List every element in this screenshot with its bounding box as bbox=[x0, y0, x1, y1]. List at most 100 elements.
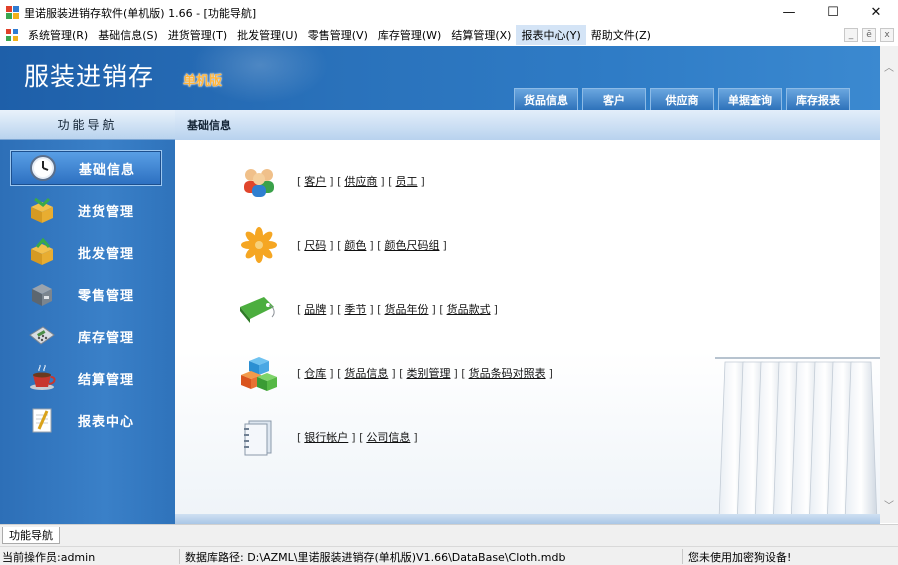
menu-reports[interactable]: 报表中心(Y) bbox=[516, 25, 586, 45]
header-banner: 服装进销存 单机版 货品信息 客户 供应商 单据查询 库存报表 bbox=[0, 46, 880, 110]
clothes-rack-illustration bbox=[715, 357, 880, 524]
row-brand-season: [品牌] [季节] [货品年份] [货品款式] bbox=[237, 285, 498, 333]
nav-item-inventory[interactable]: 库存管理 bbox=[10, 318, 162, 354]
scroll-up-icon[interactable]: ︿ bbox=[880, 58, 898, 74]
nav-item-basic-info[interactable]: 基础信息 bbox=[10, 150, 162, 186]
link-product-years[interactable]: 货品年份 bbox=[381, 303, 431, 316]
content-panel: 基础信息 [客户] [供应商] [员工] [尺码] [颜色] [颜色尺码组] [… bbox=[175, 110, 880, 524]
brand-title: 服装进销存 bbox=[24, 62, 155, 91]
mdi-controls: _ ē x bbox=[844, 28, 894, 42]
cubes-icon bbox=[237, 351, 281, 395]
menu-basic-info[interactable]: 基础信息(S) bbox=[93, 25, 163, 45]
nav-item-settlement[interactable]: 结算管理 bbox=[10, 360, 162, 396]
link-bank-accounts[interactable]: 银行帐户 bbox=[301, 431, 351, 444]
menu-bar: 系统管理(R) 基础信息(S) 进货管理(T) 批发管理(U) 零售管理(V) … bbox=[0, 25, 898, 45]
calculator-icon bbox=[26, 320, 58, 352]
link-company-info[interactable]: 公司信息 bbox=[363, 431, 413, 444]
link-group: [仓库] [货品信息] [类别管理] [货品条码对照表] bbox=[297, 367, 553, 380]
tab-function-nav[interactable]: 功能导航 bbox=[2, 527, 60, 544]
menu-settlement[interactable]: 结算管理(X) bbox=[446, 25, 516, 45]
link-warehouses[interactable]: 仓库 bbox=[301, 367, 329, 380]
nav-item-reports[interactable]: 报表中心 bbox=[10, 402, 162, 438]
link-barcode-table[interactable]: 货品条码对照表 bbox=[466, 367, 549, 380]
nav-label: 进货管理 bbox=[78, 204, 135, 220]
vertical-scrollbar[interactable]: ︿ ﹀ bbox=[880, 46, 898, 523]
clock-icon bbox=[27, 152, 59, 184]
minimize-icon: — bbox=[782, 5, 796, 20]
link-seasons[interactable]: 季节 bbox=[341, 303, 369, 316]
status-operator: 当前操作员:admin bbox=[0, 549, 180, 564]
mdi-close-button[interactable]: x bbox=[880, 28, 894, 42]
maximize-icon: ☐ bbox=[827, 5, 839, 20]
mdi-minimize-button[interactable]: _ bbox=[844, 28, 858, 42]
link-customers[interactable]: 客户 bbox=[301, 175, 329, 188]
link-group: [客户] [供应商] [员工] bbox=[297, 175, 425, 188]
app-window: 里诺服装进销存软件(单机版) 1.66 - [功能导航] — ☐ ✕ 系统管理(… bbox=[0, 0, 898, 565]
users-icon bbox=[237, 159, 281, 203]
quick-tabs: 货品信息 客户 供应商 单据查询 库存报表 bbox=[514, 88, 850, 110]
link-color-size-groups[interactable]: 颜色尺码组 bbox=[381, 239, 442, 252]
link-sizes[interactable]: 尺码 bbox=[301, 239, 329, 252]
nav-label: 零售管理 bbox=[78, 288, 135, 304]
window-title: 里诺服装进销存软件(单机版) 1.66 - [功能导航] bbox=[24, 7, 257, 20]
nav-header: 功能导航 bbox=[0, 110, 175, 140]
link-category-mgmt[interactable]: 类别管理 bbox=[403, 367, 453, 380]
tab-document-query[interactable]: 单据查询 bbox=[718, 88, 782, 110]
row-contacts: [客户] [供应商] [员工] bbox=[237, 157, 425, 205]
cash-drawer-icon bbox=[26, 278, 58, 310]
close-button[interactable]: ✕ bbox=[854, 0, 898, 25]
document-tab-strip: 功能导航 bbox=[0, 524, 898, 546]
link-group: [品牌] [季节] [货品年份] [货品款式] bbox=[297, 303, 498, 316]
nav-label: 报表中心 bbox=[78, 414, 135, 430]
content-header: 基础信息 bbox=[175, 110, 880, 140]
menu-inventory[interactable]: 库存管理(W) bbox=[373, 25, 446, 45]
nav-item-wholesale[interactable]: 批发管理 bbox=[10, 234, 162, 270]
link-employees[interactable]: 员工 bbox=[392, 175, 420, 188]
app-icon bbox=[6, 6, 19, 19]
tab-products[interactable]: 货品信息 bbox=[514, 88, 578, 110]
mdi-restore-button[interactable]: ē bbox=[862, 28, 876, 42]
nav-label: 库存管理 bbox=[78, 330, 135, 346]
row-warehouse: [仓库] [货品信息] [类别管理] [货品条码对照表] bbox=[237, 349, 553, 397]
status-bar: 当前操作员:admin 数据库路径: D:\AZML\里诺服装进销存(单机版)V… bbox=[0, 546, 898, 565]
menu-system[interactable]: 系统管理(R) bbox=[23, 25, 93, 45]
menu-purchase[interactable]: 进货管理(T) bbox=[163, 25, 232, 45]
notepad-icon bbox=[26, 404, 58, 436]
link-group: [银行帐户] [公司信息] bbox=[297, 431, 418, 444]
row-sizes-colors: [尺码] [颜色] [颜色尺码组] bbox=[237, 221, 447, 269]
nav-item-purchase[interactable]: 进货管理 bbox=[10, 192, 162, 228]
status-db-path: 数据库路径: D:\AZML\里诺服装进销存(单机版)V1.66\DataBas… bbox=[183, 549, 683, 564]
tab-customers[interactable]: 客户 bbox=[582, 88, 646, 110]
edition-badge: 单机版 bbox=[183, 74, 223, 89]
nav-label: 基础信息 bbox=[79, 162, 136, 178]
close-icon: ✕ bbox=[870, 5, 882, 20]
maximize-button[interactable]: ☐ bbox=[811, 0, 855, 25]
link-group: [尺码] [颜色] [颜色尺码组] bbox=[297, 239, 447, 252]
menu-wholesale[interactable]: 批发管理(U) bbox=[232, 25, 303, 45]
link-colors[interactable]: 颜色 bbox=[341, 239, 369, 252]
nav-label: 批发管理 bbox=[78, 246, 135, 262]
tab-suppliers[interactable]: 供应商 bbox=[650, 88, 714, 110]
content-footer bbox=[175, 514, 880, 524]
box-out-icon bbox=[26, 236, 58, 268]
link-product-styles[interactable]: 货品款式 bbox=[444, 303, 494, 316]
nav-item-retail[interactable]: 零售管理 bbox=[10, 276, 162, 312]
box-in-icon bbox=[26, 194, 58, 226]
link-product-info[interactable]: 货品信息 bbox=[341, 367, 391, 380]
cup-icon bbox=[26, 362, 58, 394]
menu-help[interactable]: 帮助文件(Z) bbox=[586, 25, 656, 45]
tab-stock-report[interactable]: 库存报表 bbox=[786, 88, 850, 110]
title-bar: 里诺服装进销存软件(单机版) 1.66 - [功能导航] — ☐ ✕ bbox=[0, 0, 898, 25]
nav-label: 结算管理 bbox=[78, 372, 135, 388]
menu-retail[interactable]: 零售管理(V) bbox=[303, 25, 373, 45]
row-bank-company: [银行帐户] [公司信息] bbox=[237, 413, 418, 461]
book-icon bbox=[237, 415, 281, 459]
scroll-down-icon[interactable]: ﹀ bbox=[880, 496, 898, 512]
link-suppliers[interactable]: 供应商 bbox=[341, 175, 380, 188]
minimize-button[interactable]: — bbox=[767, 0, 811, 25]
function-nav: 功能导航 基础信息 进货管理 批发管理 零售管理 库存管理 结算管理 报表中心 bbox=[0, 110, 175, 524]
link-brands[interactable]: 品牌 bbox=[301, 303, 329, 316]
app-menu-icon[interactable] bbox=[5, 28, 19, 42]
tag-icon bbox=[237, 287, 281, 331]
flower-icon bbox=[237, 223, 281, 267]
